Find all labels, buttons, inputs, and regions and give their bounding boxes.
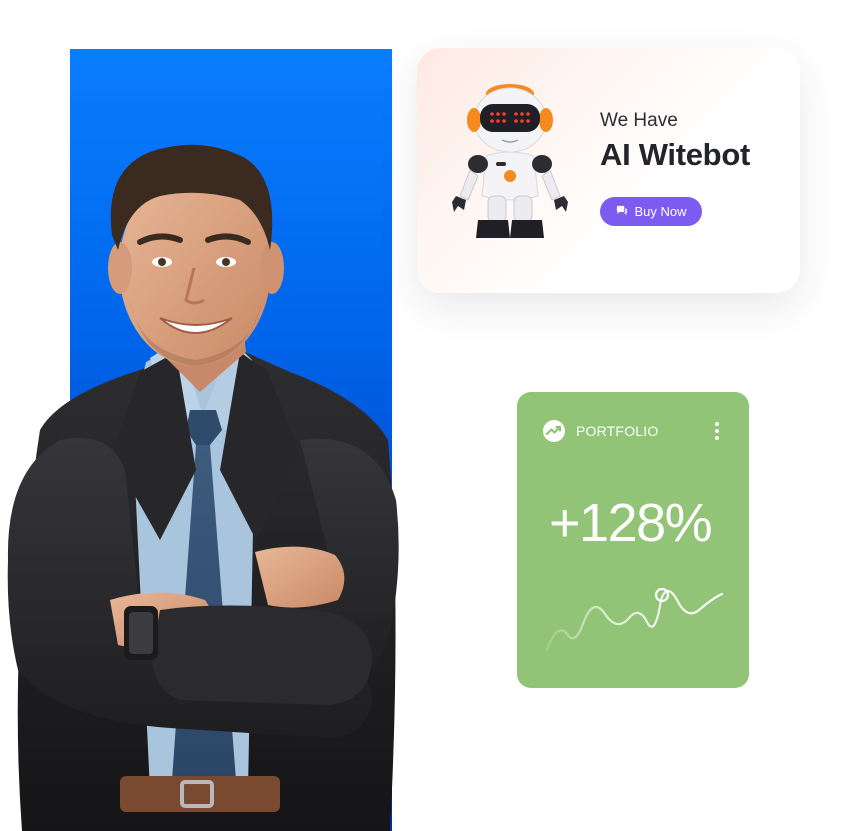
product-promo-card: We Have AI Witebot Buy Now <box>417 48 800 293</box>
portfolio-card: PORTFOLIO +128% <box>517 392 749 688</box>
promo-product-title: AI Witebot <box>600 137 750 172</box>
businessman-photo <box>7 144 399 831</box>
trend-up-icon <box>543 420 565 442</box>
robot-product-image <box>452 84 568 238</box>
buy-now-label: Buy Now <box>634 204 687 219</box>
portfolio-label: PORTFOLIO <box>576 423 659 439</box>
more-vertical-icon[interactable] <box>710 420 724 442</box>
hero-visual: We Have AI Witebot Buy Now PORTFOLIO +12… <box>0 0 850 831</box>
portfolio-growth-value: +128% <box>549 493 713 553</box>
portfolio-sparkline <box>545 587 724 652</box>
buy-now-button[interactable]: Buy Now <box>600 197 702 226</box>
chat-bubble-icon <box>617 205 628 216</box>
promo-eyebrow-text: We Have <box>600 110 678 131</box>
